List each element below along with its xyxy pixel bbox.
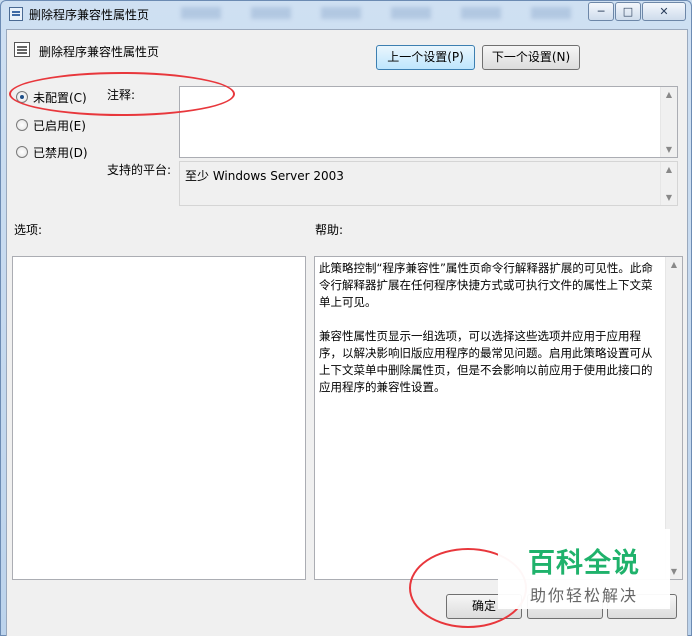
- platform-label: 支持的平台:: [107, 163, 172, 177]
- policy-icon: [9, 7, 23, 21]
- minimize-button[interactable]: ─: [588, 2, 614, 21]
- comment-textarea[interactable]: ▲ ▼: [179, 86, 678, 158]
- window-title: 删除程序兼容性属性页: [29, 8, 150, 22]
- watermark-slogan: 助你轻松解决: [529, 586, 638, 605]
- comment-scrollbar[interactable]: ▲ ▼: [660, 87, 677, 157]
- radio-disabled[interactable]: 已禁用(D): [16, 143, 88, 161]
- close-button[interactable]: ✕: [642, 2, 686, 21]
- radio-dot-disabled[interactable]: [16, 146, 28, 158]
- watermark-logo: 百科全说: [528, 548, 640, 579]
- watermark: 百科全说 助你轻松解决: [498, 529, 670, 609]
- help-paragraph-2: 兼容性属性页显示一组选项，可以选择这些选项并应用于应用程序，以解决影响旧版应用程…: [319, 329, 653, 394]
- dialog-window: 删除程序兼容性属性页 ─ □ ✕ 删除程序兼容性属性页 上一个设置(P) 下一个…: [0, 0, 692, 636]
- options-label: 选项:: [14, 223, 43, 237]
- policy-setting-icon: [14, 42, 30, 57]
- platform-field: 至少 Windows Server 2003 ▲ ▼: [179, 161, 678, 206]
- title-bar[interactable]: 删除程序兼容性属性页 ─ □ ✕: [1, 1, 691, 27]
- radio-label-enabled: 已启用(E): [33, 118, 86, 133]
- next-setting-button[interactable]: 下一个设置(N): [482, 45, 580, 70]
- radio-label-disabled: 已禁用(D): [33, 145, 88, 160]
- scroll-down-icon[interactable]: ▼: [661, 193, 677, 202]
- help-text: 此策略控制“程序兼容性”属性页命令行解释器扩展的可见性。此命令行解释器扩展在任何…: [319, 260, 662, 413]
- help-paragraph-1: 此策略控制“程序兼容性”属性页命令行解释器扩展的可见性。此命令行解释器扩展在任何…: [319, 261, 653, 309]
- platform-scrollbar[interactable]: ▲ ▼: [660, 162, 677, 205]
- maximize-button[interactable]: □: [615, 2, 641, 21]
- platform-value: 至少 Windows Server 2003: [185, 169, 344, 183]
- scroll-down-icon[interactable]: ▼: [661, 145, 677, 154]
- annotation-ellipse-not-configured: [9, 72, 235, 116]
- scroll-up-icon[interactable]: ▲: [666, 260, 682, 269]
- help-label: 帮助:: [315, 223, 344, 237]
- previous-setting-button[interactable]: 上一个设置(P): [376, 45, 475, 70]
- policy-title: 删除程序兼容性属性页: [39, 45, 160, 59]
- options-pane[interactable]: [12, 256, 306, 580]
- radio-enabled[interactable]: 已启用(E): [16, 116, 86, 134]
- scroll-up-icon[interactable]: ▲: [661, 165, 677, 174]
- blurred-taskbar-strip: [181, 7, 571, 19]
- scroll-up-icon[interactable]: ▲: [661, 90, 677, 99]
- radio-dot-enabled[interactable]: [16, 119, 28, 131]
